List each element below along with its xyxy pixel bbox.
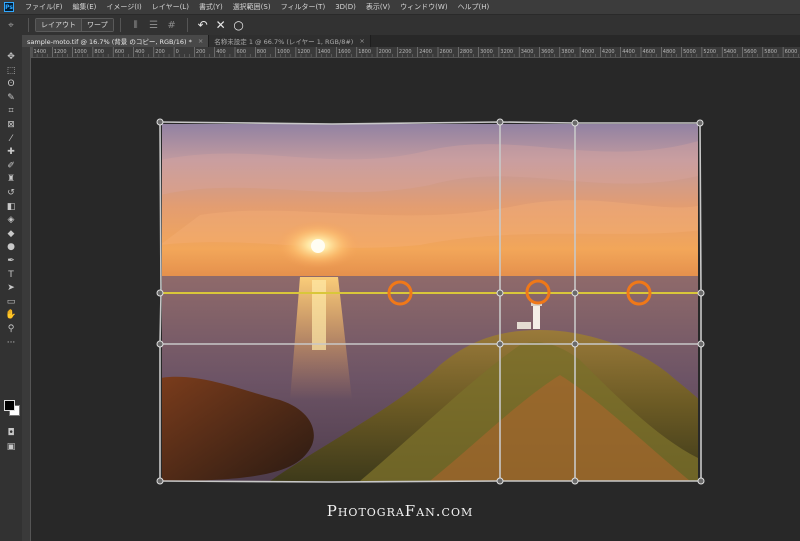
warp-edge-top[interactable] [159, 121, 700, 125]
warp-handle[interactable] [696, 119, 704, 127]
warp-handle[interactable] [496, 289, 504, 297]
photo-stage [156, 118, 705, 485]
warp-handle[interactable] [571, 340, 579, 348]
warp-edge-right[interactable] [699, 122, 702, 481]
warp-handle[interactable] [571, 119, 579, 127]
sun [311, 239, 325, 253]
warp-handle[interactable] [571, 477, 579, 485]
warp-handle[interactable] [697, 289, 705, 297]
warp-edge-left[interactable] [159, 121, 162, 481]
warp-handle[interactable] [156, 118, 164, 126]
warp-handle[interactable] [496, 118, 504, 126]
warp-handle[interactable] [496, 477, 504, 485]
lighthouse-building [517, 322, 531, 329]
sunset-photo [162, 124, 698, 481]
warp-edge-bottom[interactable] [159, 480, 701, 483]
warp-handle[interactable] [156, 477, 164, 485]
sun-reflection-core [312, 280, 326, 350]
warp-handle[interactable] [697, 340, 705, 348]
sky [162, 124, 698, 278]
warp-handle[interactable] [496, 340, 504, 348]
warp-handle[interactable] [156, 340, 164, 348]
lighthouse [533, 305, 540, 329]
warp-handle[interactable] [571, 289, 579, 297]
watermark-text: PhotograFan.com [326, 502, 474, 520]
foreground-color-swatch[interactable] [4, 400, 15, 411]
warp-handle[interactable] [156, 289, 164, 297]
ruler-origin[interactable] [22, 47, 30, 57]
warp-handle[interactable] [697, 477, 705, 485]
